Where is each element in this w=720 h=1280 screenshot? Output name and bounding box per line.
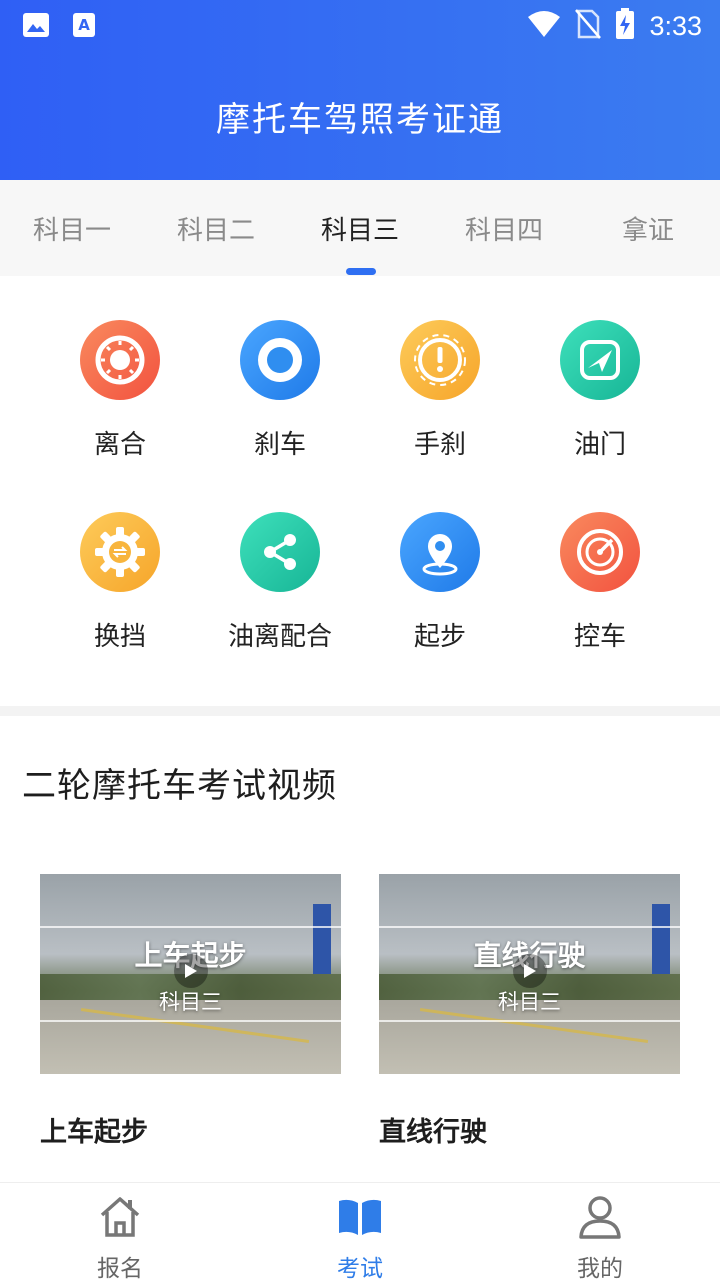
- video-overlay-subtitle: 科目三: [159, 990, 222, 1014]
- feature-throttle[interactable]: 油门: [510, 276, 690, 466]
- section-title: 二轮摩托车考试视频: [22, 766, 337, 806]
- status-bar: A 3:33: [0, 0, 720, 52]
- location-icon: [400, 512, 480, 592]
- video-title[interactable]: 上车起步: [40, 1110, 148, 1149]
- feature-label: 刹车: [253, 430, 306, 460]
- battery-charging-icon: [615, 8, 635, 44]
- image-icon: [22, 12, 50, 42]
- feature-control[interactable]: 控车: [510, 468, 690, 658]
- video-title[interactable]: 直线行驶: [379, 1110, 487, 1149]
- gauge-icon: [560, 512, 640, 592]
- svg-text:A: A: [78, 16, 90, 34]
- bottom-nav: 报名 考试 我的: [0, 1182, 720, 1280]
- alert-icon: [400, 320, 480, 400]
- video-thumbnail: 上车起步 科目三: [40, 874, 341, 1074]
- tab-subject-2[interactable]: 科目二: [144, 180, 288, 276]
- nav-exam[interactable]: 考试: [240, 1183, 480, 1280]
- feature-grid: 离合 刹车 手刹 油门 换挡 油离配合 起步 控车: [0, 276, 720, 706]
- feature-clutch[interactable]: 离合: [30, 276, 210, 466]
- video-card-start[interactable]: 上车起步 科目三: [40, 874, 341, 1074]
- page-title: 摩托车驾照考证通: [216, 100, 504, 140]
- feature-label: 离合: [93, 430, 146, 460]
- status-time: 3:33: [649, 10, 702, 41]
- home-icon: [96, 1193, 144, 1241]
- play-icon[interactable]: [513, 954, 547, 988]
- feature-label: 起步: [413, 622, 466, 652]
- nav-profile[interactable]: 我的: [480, 1183, 720, 1280]
- plane-icon: [560, 320, 640, 400]
- video-card-straight[interactable]: 直线行驶 科目三: [379, 874, 680, 1074]
- share-icon: [240, 512, 320, 592]
- feature-start[interactable]: 起步: [350, 468, 530, 658]
- active-tab-indicator: [346, 268, 376, 275]
- feature-label: 换挡: [93, 622, 146, 652]
- feature-shift-gear[interactable]: 换挡: [30, 468, 210, 658]
- play-icon[interactable]: [174, 954, 208, 988]
- feature-throttle-clutch[interactable]: 油离配合: [190, 468, 370, 658]
- tab-subject-1[interactable]: 科目一: [0, 180, 144, 276]
- tab-get-license[interactable]: 拿证: [576, 180, 720, 276]
- nav-register[interactable]: 报名: [0, 1183, 240, 1280]
- video-overlay-subtitle: 科目三: [498, 990, 561, 1014]
- feature-handbrake[interactable]: 手刹: [350, 276, 530, 466]
- video-thumbnail: 直线行驶 科目三: [379, 874, 680, 1074]
- no-sim-icon: [575, 9, 602, 43]
- feature-label: 控车: [573, 622, 626, 652]
- nav-label: 我的: [577, 1256, 623, 1280]
- tab-subject-3[interactable]: 科目三: [288, 180, 432, 276]
- sun-icon: [80, 320, 160, 400]
- text-a-icon: A: [72, 12, 96, 42]
- book-icon: [336, 1193, 384, 1241]
- ring-icon: [240, 320, 320, 400]
- nav-label: 报名: [97, 1256, 143, 1280]
- nav-label: 考试: [337, 1256, 383, 1280]
- subject-tabs: 科目一 科目二 科目三 科目四 拿证: [0, 180, 720, 276]
- wifi-icon: [527, 10, 561, 42]
- feature-label: 油门: [573, 430, 626, 460]
- tab-subject-4[interactable]: 科目四: [432, 180, 576, 276]
- app-header: A 3:33 摩托车驾照考证通: [0, 0, 720, 180]
- feature-brake[interactable]: 刹车: [190, 276, 370, 466]
- feature-label: 油离配合: [227, 622, 332, 652]
- gear-icon: [80, 512, 160, 592]
- user-icon: [576, 1193, 624, 1241]
- feature-label: 手刹: [413, 430, 466, 460]
- section-divider: [0, 706, 720, 716]
